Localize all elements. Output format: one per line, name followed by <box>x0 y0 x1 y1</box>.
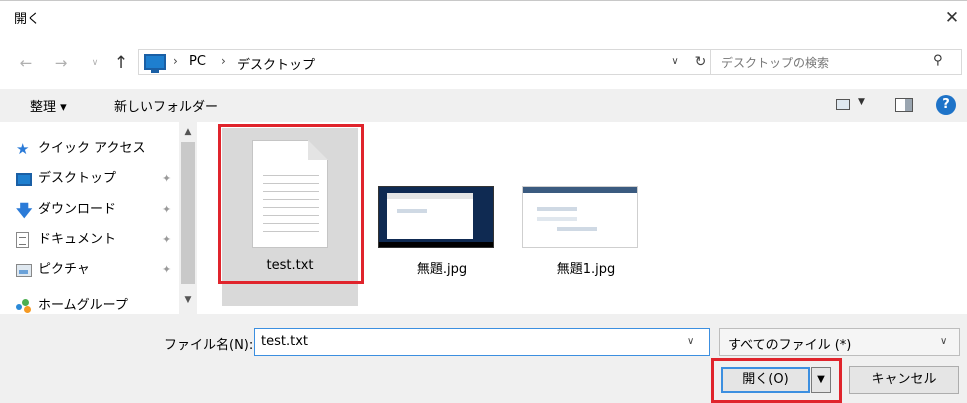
file-type-value: すべてのファイル (*) <box>728 338 852 353</box>
sidebar-item-label: ドキュメント <box>38 232 117 247</box>
help-icon[interactable]: ? <box>936 95 956 115</box>
pc-icon <box>144 54 166 73</box>
pin-icon: ✦ <box>162 233 172 246</box>
new-folder-button[interactable]: 新しいフォルダー <box>114 96 218 115</box>
open-button[interactable]: 開く(O) <box>721 367 810 393</box>
search-icon[interactable]: ⚲ <box>933 53 943 68</box>
pin-icon: ✦ <box>162 263 172 276</box>
sidebar-item-downloads[interactable]: 🡇 ダウンロード ✦ <box>16 199 171 221</box>
file-name: test.txt <box>266 258 314 273</box>
address-row: ← → ∨ ↑ › PC › デスクトップ ∨ ↻ デスクトップの検索 ⚲ <box>0 36 967 89</box>
preview-pane-icon[interactable] <box>895 98 913 112</box>
pin-icon: ✦ <box>162 203 172 216</box>
sidebar-item-quick-access[interactable]: ★ クイック アクセス <box>16 138 146 160</box>
breadcrumb-separator: › <box>221 54 226 68</box>
filename-input[interactable]: test.txt ∨ <box>254 328 710 356</box>
view-icon <box>836 99 850 110</box>
navigation-pane: ★ クイック アクセス デスクトップ ✦ 🡇 ダウンロード ✦ ドキュメント ✦… <box>0 122 200 314</box>
forward-arrow-icon[interactable]: → <box>50 52 72 74</box>
file-item-test-txt[interactable]: test.txt <box>222 128 358 306</box>
recent-locations-chevron-icon[interactable]: ∨ <box>84 52 106 74</box>
filename-dropdown-chevron-icon[interactable]: ∨ <box>687 336 694 347</box>
image-thumbnail <box>522 186 638 248</box>
scroll-down-icon[interactable]: ▼ <box>179 292 197 308</box>
file-list: test.txt 無題.jpg 無題1.jpg <box>200 122 967 314</box>
cancel-button[interactable]: キャンセル <box>849 366 959 394</box>
up-arrow-icon[interactable]: ↑ <box>110 52 132 74</box>
search-input[interactable]: デスクトップの検索 ⚲ <box>710 49 962 75</box>
file-item-mudai1-jpg[interactable]: 無題1.jpg <box>518 128 654 306</box>
image-thumbnail <box>378 186 494 248</box>
breadcrumb-pc[interactable]: PC <box>189 54 206 69</box>
breadcrumb-separator: › <box>173 54 178 68</box>
open-split-dropdown-icon[interactable]: ▼ <box>811 367 831 393</box>
homegroup-icon <box>16 299 32 313</box>
filename-value: test.txt <box>261 334 308 349</box>
sidebar-item-label: デスクトップ <box>38 171 117 186</box>
window-title: 開く <box>14 12 41 27</box>
file-name: 無題.jpg <box>416 262 468 277</box>
view-caret-icon: ▼ <box>858 97 865 107</box>
file-type-select[interactable]: すべてのファイル (*) ∨ <box>719 328 960 356</box>
sidebar-item-documents[interactable]: ドキュメント ✦ <box>16 229 171 251</box>
pin-icon: ✦ <box>162 172 172 185</box>
sidebar-item-label: ホームグループ <box>38 298 128 313</box>
sidebar-item-desktop[interactable]: デスクトップ ✦ <box>16 168 171 190</box>
breadcrumb-desktop[interactable]: デスクトップ <box>237 54 315 73</box>
star-icon: ★ <box>16 140 30 158</box>
sidebar-item-label: ピクチャ <box>38 262 90 277</box>
search-placeholder: デスクトップの検索 <box>721 56 830 70</box>
dialog-footer: ファイル名(N): test.txt ∨ すべてのファイル (*) ∨ 開く(O… <box>0 314 967 403</box>
desktop-icon <box>16 173 32 186</box>
address-bar[interactable]: › PC › デスクトップ <box>138 49 704 75</box>
command-toolbar: 整理 ▾ 新しいフォルダー ▼ ? <box>0 89 967 122</box>
document-icon <box>16 232 29 248</box>
navigation-scrollbar[interactable]: ▲ ▼ <box>179 122 197 314</box>
sidebar-item-label: クイック アクセス <box>38 141 146 156</box>
filename-label: ファイル名(N): <box>164 338 254 353</box>
pictures-icon <box>16 264 32 277</box>
file-name: 無題1.jpg <box>556 262 616 277</box>
sidebar-item-pictures[interactable]: ピクチャ ✦ <box>16 259 171 281</box>
title-bar: 開く ✕ <box>0 0 967 36</box>
download-icon: 🡇 <box>16 201 33 220</box>
scroll-up-icon[interactable]: ▲ <box>179 124 197 140</box>
back-arrow-icon[interactable]: ← <box>15 52 37 74</box>
text-file-icon <box>252 140 328 248</box>
file-item-mudai-jpg[interactable]: 無題.jpg <box>374 128 510 306</box>
change-view-button[interactable]: ▼ <box>836 96 872 116</box>
close-icon[interactable]: ✕ <box>938 5 966 31</box>
file-type-chevron-icon[interactable]: ∨ <box>940 336 947 347</box>
address-dropdown-chevron-icon[interactable]: ∨ <box>664 49 686 75</box>
scroll-thumb[interactable] <box>181 142 195 284</box>
sidebar-item-label: ダウンロード <box>38 202 117 217</box>
organize-button[interactable]: 整理 ▾ <box>30 96 67 115</box>
